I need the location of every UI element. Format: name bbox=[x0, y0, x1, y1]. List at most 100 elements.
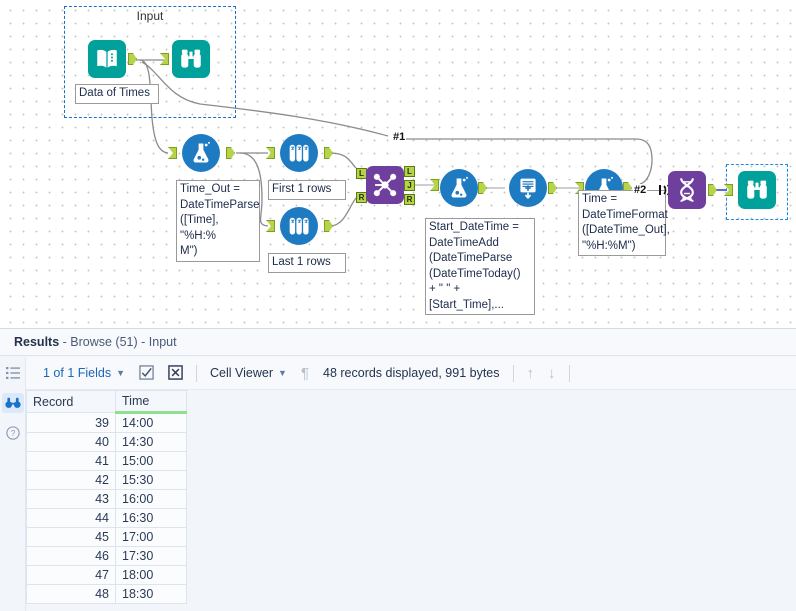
record-status: 48 records displayed, 991 bytes bbox=[316, 366, 507, 380]
generate-rows-tool[interactable] bbox=[509, 169, 547, 207]
results-table: Record Time 39 14:00 40 14:30 41 15:00 42 15:30… bbox=[26, 390, 187, 604]
helix-icon bbox=[680, 178, 694, 203]
generate-rows-icon bbox=[520, 178, 536, 199]
show-whitespace-button[interactable]: ¶ bbox=[294, 366, 316, 381]
sidebar-item-help[interactable]: ? bbox=[2, 423, 24, 443]
help-icon: ? bbox=[5, 426, 20, 440]
cell-time[interactable]: 17:30 bbox=[115, 546, 187, 566]
binoculars-icon bbox=[181, 49, 201, 68]
sample-last-annotation: Last 1 rows bbox=[268, 253, 346, 273]
cell-record[interactable]: 40 bbox=[26, 432, 116, 452]
table-row[interactable]: 43 16:00 bbox=[26, 489, 187, 509]
alteryx-designer-window: Input Data of Times Time_Out = DateTimeP… bbox=[0, 0, 796, 611]
deselect-all-fields-button[interactable] bbox=[161, 364, 190, 382]
record-status-label: 48 records displayed, 991 bytes bbox=[323, 366, 500, 380]
workflow-canvas[interactable]: Input Data of Times Time_Out = DateTimeP… bbox=[0, 0, 796, 328]
table-row[interactable]: 41 15:00 bbox=[26, 451, 187, 471]
cell-time[interactable]: 16:00 bbox=[115, 489, 187, 509]
cell-record[interactable]: 47 bbox=[26, 565, 116, 585]
input-data-tool[interactable] bbox=[88, 40, 126, 78]
flask-icon bbox=[451, 176, 468, 198]
formula-1-annotation: Time_Out = DateTimeParse ([Time], "%H:% … bbox=[176, 180, 260, 262]
chevron-down-icon: ▼ bbox=[278, 368, 287, 378]
wire-label-2: #2 bbox=[633, 184, 648, 196]
close-box-icon bbox=[168, 364, 183, 382]
browse-tool-end[interactable] bbox=[738, 171, 776, 209]
column-header-time[interactable]: Time bbox=[115, 390, 187, 414]
arrow-down-icon: ↓ bbox=[548, 364, 556, 382]
arrow-up-icon: ↑ bbox=[526, 364, 535, 382]
join-icon bbox=[373, 173, 397, 197]
cell-time[interactable]: 16:30 bbox=[115, 508, 187, 528]
sidebar-item-browse[interactable] bbox=[1, 393, 24, 413]
results-title: Results bbox=[14, 335, 60, 349]
browse-tool[interactable] bbox=[172, 40, 210, 78]
cell-record[interactable]: 45 bbox=[26, 527, 116, 547]
multi-row-formula-tool[interactable] bbox=[668, 171, 706, 209]
formula-tool-2[interactable] bbox=[440, 169, 478, 207]
cell-record[interactable]: 48 bbox=[26, 584, 116, 604]
fields-selector[interactable]: 1 of 1 Fields ▼ bbox=[36, 366, 132, 380]
toolbar-divider bbox=[512, 364, 514, 382]
table-row[interactable]: 46 17:30 bbox=[26, 546, 187, 566]
cell-viewer-selector[interactable]: Cell Viewer ▼ bbox=[203, 366, 294, 380]
sample-tool-first[interactable] bbox=[280, 134, 318, 172]
cell-viewer-label: Cell Viewer bbox=[210, 366, 274, 380]
table-row[interactable]: 42 15:30 bbox=[26, 470, 187, 490]
cell-record[interactable]: 42 bbox=[26, 470, 116, 490]
toolbar-divider bbox=[196, 364, 198, 382]
table-row[interactable]: 48 18:30 bbox=[26, 584, 187, 604]
cell-record[interactable]: 44 bbox=[26, 508, 116, 528]
cell-time[interactable]: 15:30 bbox=[115, 470, 187, 490]
sample-tool-last[interactable] bbox=[280, 207, 318, 245]
column-header-record[interactable]: Record bbox=[26, 390, 116, 413]
cell-record[interactable]: 39 bbox=[26, 412, 116, 433]
sample-first-annotation: First 1 rows bbox=[268, 180, 346, 200]
select-all-fields-button[interactable] bbox=[132, 364, 161, 382]
cell-time[interactable]: 18:00 bbox=[115, 565, 187, 585]
join-output-left-anchor[interactable]: L bbox=[404, 166, 415, 177]
results-grid[interactable]: Record Time 39 14:00 40 14:30 41 15:00 42 15:30… bbox=[26, 390, 796, 611]
cell-time[interactable]: 14:30 bbox=[115, 432, 187, 452]
cell-time[interactable]: 14:00 bbox=[115, 412, 187, 433]
scroll-down-button[interactable]: ↓ bbox=[541, 366, 563, 381]
svg-text:?: ? bbox=[10, 429, 15, 438]
cell-record[interactable]: 41 bbox=[26, 451, 116, 471]
tool-container-title: Input bbox=[136, 9, 164, 23]
book-icon bbox=[97, 49, 117, 68]
cell-time[interactable]: 15:00 bbox=[115, 451, 187, 471]
cell-time[interactable]: 18:30 bbox=[115, 584, 187, 604]
flask-icon bbox=[193, 141, 210, 163]
binoculars-icon bbox=[4, 397, 21, 408]
checkbox-icon bbox=[139, 364, 154, 382]
fields-selector-label: 1 of 1 Fields bbox=[43, 366, 112, 380]
pilcrow-icon: ¶ bbox=[300, 364, 309, 382]
join-tool[interactable] bbox=[366, 166, 404, 204]
sidebar-item-list[interactable] bbox=[2, 363, 24, 383]
table-row[interactable]: 40 14:30 bbox=[26, 432, 187, 452]
test-tubes-icon bbox=[289, 217, 309, 235]
list-icon bbox=[5, 367, 20, 379]
cell-record[interactable]: 46 bbox=[26, 546, 116, 566]
results-subtitle: - Browse (51) - Input bbox=[62, 335, 177, 349]
table-row[interactable]: 39 14:00 bbox=[26, 412, 187, 433]
chevron-down-icon: ▼ bbox=[116, 368, 126, 378]
cell-time[interactable]: 17:00 bbox=[115, 527, 187, 547]
join-output-join-anchor[interactable]: J bbox=[404, 180, 415, 191]
results-side-rail: ? bbox=[0, 357, 26, 611]
input-data-annotation: Data of Times bbox=[75, 84, 159, 104]
test-tubes-icon bbox=[289, 144, 309, 162]
binoculars-icon bbox=[747, 180, 767, 199]
table-row[interactable]: 44 16:30 bbox=[26, 508, 187, 528]
scroll-up-button[interactable]: ↑ bbox=[520, 366, 542, 381]
table-row[interactable]: 47 18:00 bbox=[26, 565, 187, 585]
wire-label-1: #1 bbox=[392, 131, 407, 143]
table-row[interactable]: 45 17:00 bbox=[26, 527, 187, 547]
formula-3-annotation: Time = DateTimeFormat ([DateTime_Out], "… bbox=[578, 190, 670, 256]
cell-record[interactable]: 43 bbox=[26, 489, 116, 509]
formula-tool-1[interactable] bbox=[182, 134, 220, 172]
results-panel-header: Results - Browse (51) - Input bbox=[0, 329, 796, 356]
toolbar-divider bbox=[568, 364, 570, 382]
join-output-right-anchor[interactable]: R bbox=[404, 194, 415, 205]
formula-2-annotation: Start_DateTime = DateTimeAdd (DateTimePa… bbox=[425, 218, 535, 315]
